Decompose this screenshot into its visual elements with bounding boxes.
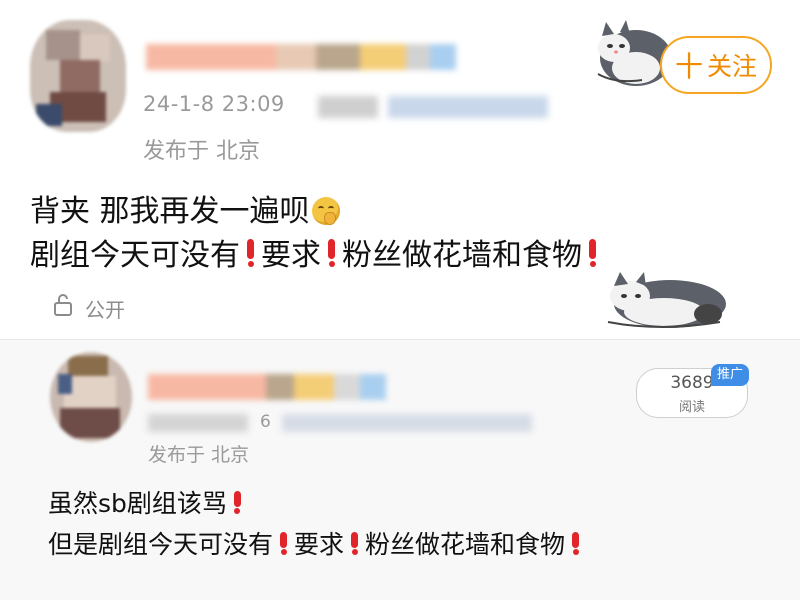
repost-author-avatar[interactable]: [50, 352, 132, 442]
post-timestamp: 24-1-8 23:09: [143, 92, 285, 116]
repost-text-line-1: 虽然sb剧组该骂: [48, 484, 248, 520]
exclamation-icon: [327, 239, 336, 267]
repost-meta-redacted: [148, 414, 538, 432]
repost-card: 6 发布于 北京 3689 阅读 推广 虽然sb剧组该骂 但是剧组今天可没有 要求…: [0, 340, 800, 600]
follow-button[interactable]: 十关注: [660, 36, 772, 94]
post-source-redacted: [318, 96, 548, 118]
repost-text-segment: 粉丝做花墙和食物: [365, 530, 566, 559]
exclamation-icon: [571, 532, 580, 555]
author-avatar[interactable]: [30, 20, 126, 132]
post-text-segment: 粉丝做花墙和食物: [342, 238, 582, 273]
exclamation-icon: [350, 532, 359, 555]
post-card: 24-1-8 23:09 发布于 北京 十关注 背夹 那我再发一遍呗 剧组今天可…: [0, 0, 800, 340]
repost-text-segment: 但是剧组今天可没有: [48, 530, 274, 559]
exclamation-icon: [246, 239, 255, 267]
post-text-line-1: 背夹 那我再发一遍呗: [30, 186, 340, 230]
read-label: 阅读: [678, 400, 705, 415]
follow-label: 关注: [707, 52, 758, 81]
exclamation-icon: [279, 532, 288, 555]
promo-badge[interactable]: 推广: [711, 364, 749, 386]
author-name-redacted[interactable]: [146, 44, 456, 70]
post-location: 发布于 北京: [143, 139, 260, 164]
cat-sticker-icon: [607, 272, 726, 328]
post-text-line-2: 剧组今天可没有 要求 粉丝做花墙和食物: [30, 230, 603, 274]
post-text-segment: 剧组今天可没有: [30, 238, 240, 273]
visibility-label: 公开: [85, 298, 125, 322]
post-text-segment: 背夹 那我再发一遍呗: [30, 194, 310, 229]
post-text-segment: 要求: [261, 238, 321, 273]
repost-author-name-redacted[interactable]: [148, 374, 386, 400]
repost-text-segment: 要求: [294, 530, 345, 559]
repost-text-segment: 虽然sb剧组该骂: [48, 489, 227, 518]
plus-icon: 十: [674, 50, 703, 83]
exclamation-icon: [233, 491, 242, 514]
unlock-icon: [54, 294, 72, 316]
shushing-face-icon: [311, 197, 340, 225]
repost-location: 发布于 北京: [148, 444, 250, 466]
exclamation-icon: [588, 239, 597, 267]
repost-text-line-2: 但是剧组今天可没有 要求 粉丝做花墙和食物: [48, 525, 586, 561]
repost-timestamp-partial: 6: [260, 412, 271, 432]
